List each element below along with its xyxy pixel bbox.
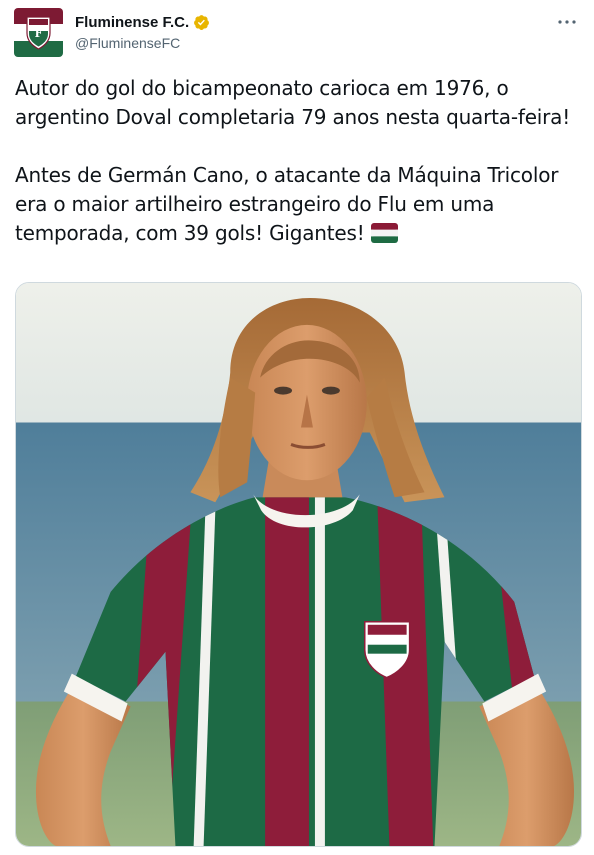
profile-avatar[interactable]: F [14, 8, 63, 57]
tweet-photo[interactable] [15, 282, 582, 847]
club-crest-icon: F [14, 8, 63, 57]
author-handle[interactable]: @FluminenseFC [75, 35, 210, 51]
name-row: Fluminense F.C. [75, 12, 210, 32]
tricolor-flag-emoji-icon [370, 223, 398, 243]
svg-text:F: F [35, 27, 43, 40]
more-options-button[interactable] [556, 12, 578, 32]
tweet-text: Autor do gol do bicampeonato carioca em … [15, 74, 583, 248]
tweet-card: F Fluminense F.C. @FluminenseFC Autor do… [0, 0, 594, 855]
tweet-paragraph-1: Autor do gol do bicampeonato carioca em … [15, 76, 571, 129]
display-name[interactable]: Fluminense F.C. [75, 14, 189, 31]
player-photo-image [16, 283, 581, 846]
author-block: Fluminense F.C. @FluminenseFC [75, 12, 210, 51]
more-options-icon [558, 20, 576, 24]
verified-badge-icon [194, 14, 210, 30]
tweet-paragraph-2: Antes de Germán Cano, o atacante da Máqu… [15, 161, 583, 248]
tweet-paragraph-2-text: Antes de Germán Cano, o atacante da Máqu… [15, 163, 559, 245]
